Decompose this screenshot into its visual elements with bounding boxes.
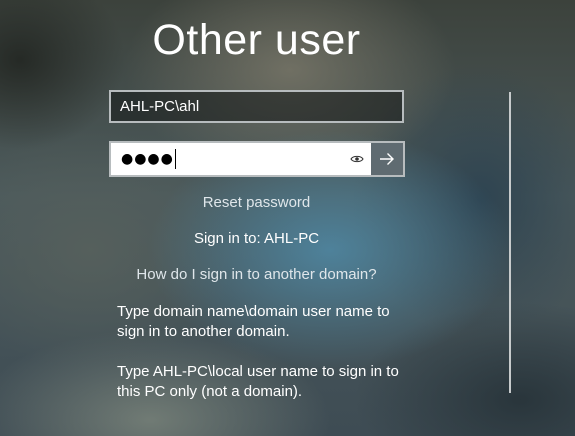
username-field[interactable]: AHL-PC\ahl: [109, 90, 404, 123]
help-text-domain: Type domain name\domain user name to sig…: [117, 303, 390, 340]
text-caret: [174, 149, 176, 169]
password-field[interactable]: ●●●●: [111, 143, 343, 175]
password-mask: ●●●●: [121, 151, 174, 167]
page-title: Other user: [152, 16, 361, 64]
arrow-right-icon: [380, 153, 394, 165]
eye-icon[interactable]: [343, 143, 371, 175]
domain-help-link[interactable]: How do I sign in to another domain?: [0, 266, 513, 283]
password-box: ●●●●: [109, 141, 405, 177]
sign-in-to-label: Sign in to: AHL-PC: [193, 230, 320, 247]
scrollbar[interactable]: [509, 92, 511, 393]
submit-arrow-button[interactable]: [371, 143, 403, 175]
reset-password-link[interactable]: Reset password: [0, 194, 513, 211]
help-text-local: Type AHL-PC\local user name to sign in t…: [117, 363, 399, 400]
